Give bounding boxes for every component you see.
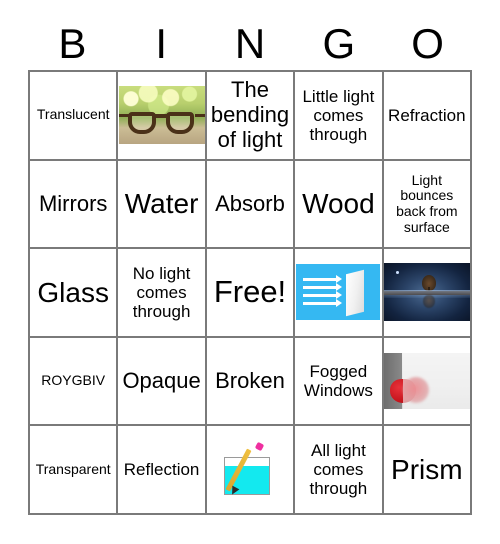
bingo-cell-r2-c4[interactable]: Wood [295,160,384,250]
header-letter-n: N [234,20,266,67]
bingo-cell-label: Opaque [122,367,201,393]
bingo-cell-r5-c3[interactable] [206,426,296,515]
bingo-cell-r4-c2[interactable]: Opaque [118,337,207,427]
bingo-cell-label: Refraction [388,105,466,125]
bingo-cell-label: Water [124,188,199,220]
header-letter-b: B [58,20,87,67]
bingo-cell-label: Light bounces back from surface [396,171,458,235]
bingo-cell-r3-c2[interactable]: No light comes through [118,249,207,338]
bingo-cell-r4-c5[interactable] [383,337,472,427]
bingo-cell-r5-c2[interactable]: Reflection [118,426,207,515]
eyeglasses-bokeh-image [118,86,205,145]
bingo-cell-label: Mirrors [38,190,108,216]
bingo-cell-r5-c5[interactable]: Prism [383,426,472,515]
bingo-cell-r2-c2[interactable]: Water [118,160,207,250]
bingo-cell-r4-c1[interactable]: ROYGBIV [30,337,119,427]
bingo-cell-r2-c5[interactable]: Light bounces back from surface [383,160,472,250]
header-letter-i: I [155,20,168,67]
tree-reflection-in-water-image [383,263,470,322]
bingo-cell-label: Broken [215,367,285,393]
bingo-cell-label: Little light comes through [302,86,375,144]
bingo-cell-r2-c1[interactable]: Mirrors [30,160,119,250]
bingo-cell-r1-c2[interactable] [118,72,207,161]
bingo-cell-r4-c3[interactable]: Broken [206,337,296,427]
bingo-cell-label: The bending of light [210,77,290,152]
header-letter-g: G [322,20,356,67]
bingo-cell-label: ROYGBIV [41,372,106,389]
bingo-cell-r2-c3[interactable]: Absorb [206,160,296,250]
bingo-cell-image-wrap [383,249,470,336]
bingo-cell-label: Glass [37,276,109,308]
bingo-cell-label: All light comes through [309,441,368,499]
bingo-cell-label: Reflection [123,460,200,480]
bingo-cell-label: Prism [391,454,463,485]
bingo-cell-r3-c1[interactable]: Glass [30,249,119,338]
bingo-cell-label: Translucent [36,106,110,123]
bingo-cell-label: Free! [213,274,287,310]
bingo-cell-r1-c1[interactable]: Translucent [30,72,119,161]
bingo-free-space[interactable]: Free! [206,249,296,338]
bingo-header: B I N G O [28,18,472,70]
light-rays-hitting-surface-icon [296,264,381,321]
bingo-cell-image-wrap [295,249,381,336]
bingo-cell-label: Absorb [215,190,285,216]
bingo-cell-image-wrap [118,72,205,159]
strawberry-behind-frosted-glass-image [383,353,470,410]
bingo-cell-r5-c1[interactable]: Transparent [30,426,119,515]
bingo-cell-r4-c4[interactable]: Fogged Windows [295,337,384,427]
header-letter-o: O [411,20,444,67]
bingo-cell-r1-c3[interactable]: The bending of light [206,72,296,161]
bingo-cell-r3-c5[interactable] [383,249,472,338]
pencil-in-glass-of-water-icon [213,438,286,501]
bingo-cell-label: Fogged Windows [303,362,373,401]
bingo-cell-r1-c4[interactable]: Little light comes through [295,72,384,161]
bingo-card: B I N G O Translucent The bending of ligh… [0,0,500,544]
bingo-cell-r3-c4[interactable] [295,249,384,338]
bingo-cell-label: No light comes through [132,263,191,321]
bingo-cell-image-wrap [207,426,293,513]
bingo-cell-label: Transparent [35,460,111,477]
bingo-cell-label: Wood [302,188,375,220]
bingo-cell-r1-c5[interactable]: Refraction [383,72,472,161]
bingo-cell-image-wrap [383,338,470,425]
bingo-grid: Translucent The bending of light Little li… [28,70,472,515]
bingo-cell-r5-c4[interactable]: All light comes through [295,426,384,515]
